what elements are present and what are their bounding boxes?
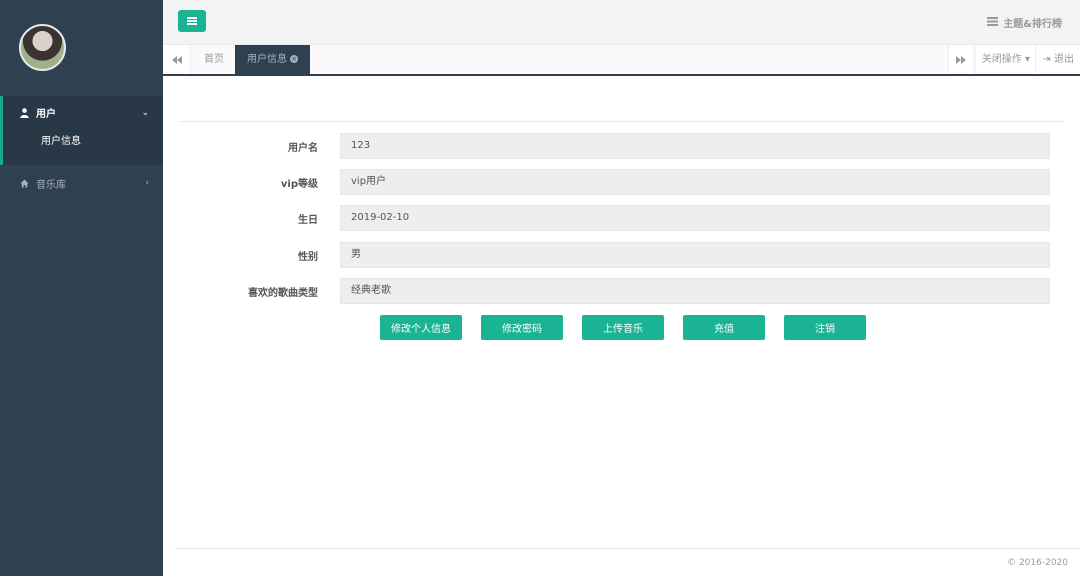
tab-label: 用户信息 (247, 54, 287, 65)
divider (179, 121, 1064, 122)
gender-label: 性别 (298, 252, 318, 263)
close-tab-icon[interactable]: × (290, 55, 298, 63)
caret-down-icon: ▾ (1021, 54, 1030, 65)
page-tabs-bar: 首页 用户信息 × 关闭操作 ▾ ⇥ 退出 (163, 45, 1080, 76)
user-icon (18, 107, 30, 118)
close-operations-label: 关闭操作 (981, 54, 1022, 65)
footer-divider (175, 548, 1080, 549)
sign-out-icon: ⇥ (1042, 54, 1051, 65)
close-operations-dropdown[interactable]: 关闭操作 ▾ (974, 45, 1036, 74)
form-row-vip-level: vip等级 vip用户 (163, 169, 1080, 195)
form-row-birthday: 生日 2019-02-10 (163, 205, 1080, 231)
footer-copyright: © 2016-2020 (1007, 558, 1068, 568)
sidebar-subitem-user-info[interactable]: 用户信息 (3, 129, 163, 159)
favorite-genre-field: 经典老歌 (340, 278, 1050, 304)
action-buttons: 修改个人信息 修改密码 上传音乐 充值 注销 (380, 315, 866, 340)
avatar[interactable] (19, 24, 66, 71)
forward-icon (955, 55, 966, 64)
backward-icon (171, 55, 182, 64)
vip-level-field: vip用户 (340, 169, 1050, 195)
hamburger-icon (187, 17, 197, 25)
profile-section (0, 0, 163, 96)
username-label: 用户名 (288, 143, 318, 154)
tasks-icon (987, 16, 999, 29)
sidebar: 用户 ⌄ 用户信息 音乐库 ‹ (0, 0, 163, 576)
tab-user-info[interactable]: 用户信息 × (235, 45, 310, 74)
home-icon (18, 179, 30, 188)
sidebar-submenu: 用户信息 (0, 129, 163, 165)
edit-profile-button[interactable]: 修改个人信息 (380, 315, 462, 340)
logout-button[interactable]: ⇥ 退出 (1035, 45, 1080, 74)
menu-toggle-button[interactable] (178, 10, 206, 32)
sidebar-item-label: 用户 (36, 109, 56, 120)
gender-field: 男 (340, 242, 1050, 268)
tab-home[interactable]: 首页 (192, 45, 236, 74)
chevron-left-icon: ‹ (145, 178, 149, 188)
main-content: 用户名 123 vip等级 vip用户 生日 2019-02-10 性别 男 喜… (163, 76, 1080, 576)
recharge-button[interactable]: 充值 (683, 315, 765, 340)
logout-account-button[interactable]: 注销 (784, 315, 866, 340)
sidebar-item-label: 音乐库 (36, 179, 66, 191)
sidebar-item-user[interactable]: 用户 ⌄ (0, 96, 163, 129)
vip-level-label: vip等级 (280, 179, 318, 190)
form-row-username: 用户名 123 (163, 133, 1080, 159)
birthday-label: 生日 (298, 215, 318, 226)
sidebar-item-music[interactable]: 音乐库 ‹ (0, 165, 163, 201)
form-row-gender: 性别 男 (163, 242, 1080, 268)
change-password-button[interactable]: 修改密码 (481, 315, 563, 340)
tab-scroll-right-button[interactable] (948, 45, 972, 74)
favorite-genre-label: 喜欢的歌曲类型 (248, 288, 318, 299)
top-navbar: 主题&排行榜 (163, 0, 1080, 45)
birthday-field: 2019-02-10 (340, 205, 1050, 231)
theme-ranking-link[interactable]: 主题&排行榜 (987, 15, 1062, 30)
logout-label: 退出 (1054, 54, 1074, 65)
upload-music-button[interactable]: 上传音乐 (582, 315, 664, 340)
username-field: 123 (340, 133, 1050, 159)
tab-scroll-left-button[interactable] (163, 45, 191, 74)
chevron-down-icon: ⌄ (141, 107, 149, 118)
form-row-favorite-genre: 喜欢的歌曲类型 经典老歌 (163, 278, 1080, 304)
theme-ranking-label: 主题&排行榜 (1003, 19, 1062, 30)
